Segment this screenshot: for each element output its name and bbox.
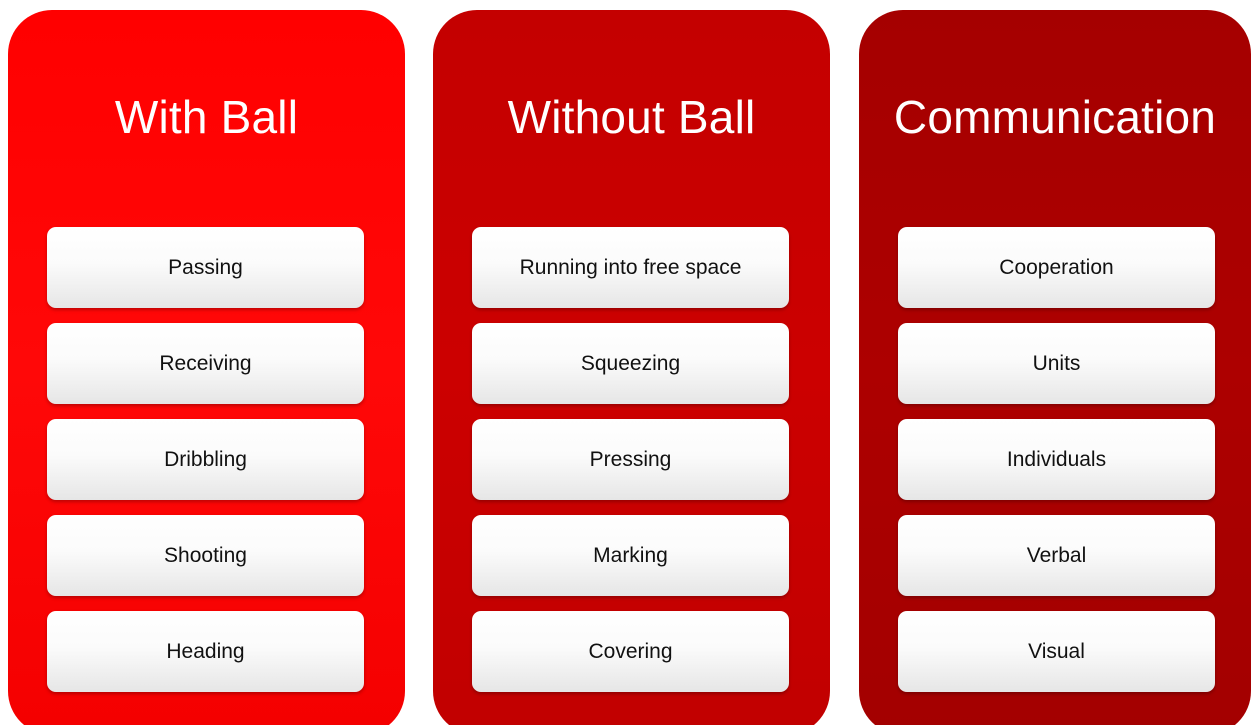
list-item: Running into free space xyxy=(472,227,789,308)
column-title: Communication xyxy=(893,91,1217,143)
column-title: With Ball xyxy=(114,91,299,143)
list-item: Dribbling xyxy=(47,419,364,500)
list-item: Verbal xyxy=(898,515,1215,596)
list-item: Passing xyxy=(47,227,364,308)
column-with-ball: With Ball Passing Receiving Dribbling Sh… xyxy=(8,10,405,725)
list-item: Individuals xyxy=(898,419,1215,500)
column-communication: Communication Cooperation Units Individu… xyxy=(859,10,1251,725)
list-item: Marking xyxy=(472,515,789,596)
column-title: Without Ball xyxy=(507,91,756,143)
list-item: Visual xyxy=(898,611,1215,692)
list-item: Units xyxy=(898,323,1215,404)
list-item: Covering xyxy=(472,611,789,692)
list-item: Cooperation xyxy=(898,227,1215,308)
diagram: With Ball Passing Receiving Dribbling Sh… xyxy=(0,0,1251,725)
list-item: Heading xyxy=(47,611,364,692)
list-item: Shooting xyxy=(47,515,364,596)
list-item: Pressing xyxy=(472,419,789,500)
list-item: Squeezing xyxy=(472,323,789,404)
list-item: Receiving xyxy=(47,323,364,404)
column-without-ball: Without Ball Running into free space Squ… xyxy=(433,10,830,725)
